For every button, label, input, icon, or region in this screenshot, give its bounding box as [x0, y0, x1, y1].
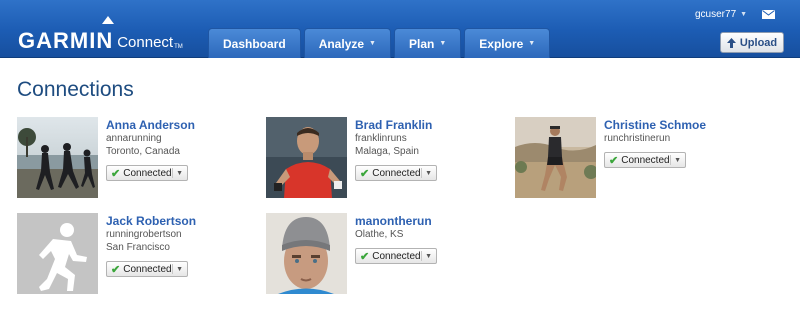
main-nav: Dashboard Analyze ▼ Plan ▼ Explore ▼: [208, 28, 551, 58]
tab-plan[interactable]: Plan ▼: [393, 28, 462, 58]
checkmark-icon: ✔: [111, 263, 121, 276]
avatar[interactable]: [515, 117, 596, 198]
tab-analyze-label: Analyze: [318, 36, 365, 51]
default-runner-silhouette-icon: [17, 213, 98, 294]
connection-card: Brad Franklin franklinruns Malaga, Spain…: [266, 117, 506, 199]
chevron-down-icon: ▼: [176, 169, 183, 177]
user-menu[interactable]: gcuser77 ▼: [695, 9, 747, 20]
connection-card: Christine Schmoe runchristinerun ✔ Conne…: [515, 117, 755, 199]
connection-status-dropdown[interactable]: ✔ Connected ▼: [106, 261, 188, 277]
chevron-down-icon: ▼: [369, 40, 376, 47]
page-title: Connections: [17, 78, 134, 101]
tab-explore[interactable]: Explore ▼: [464, 28, 551, 58]
chevron-down-icon: ▼: [740, 11, 748, 18]
connection-name-link[interactable]: manontherun: [355, 214, 437, 228]
chevron-down-icon: ▼: [439, 40, 447, 47]
dropdown-divider: [421, 168, 422, 178]
runners-by-water-photo: [17, 117, 98, 198]
checkmark-icon: ✔: [360, 167, 370, 180]
upload-label: Upload: [739, 36, 778, 49]
logo-triangle-icon: [102, 16, 114, 24]
tab-dashboard[interactable]: Dashboard: [208, 28, 301, 58]
connection-info: manontherun Olathe, KS ✔ Connected ▼: [355, 213, 437, 264]
upload-button[interactable]: Upload: [720, 32, 784, 53]
top-header-bar: GARMIN Connect TM Dashboard Analyze ▼ Pl…: [0, 0, 800, 58]
connection-card: Anna Anderson annarunning Toronto, Canad…: [17, 117, 257, 199]
connection-info: Brad Franklin franklinruns Malaga, Spain…: [355, 117, 437, 181]
connection-location: Olathe, KS: [355, 229, 404, 240]
connection-info: Anna Anderson annarunning Toronto, Canad…: [106, 117, 195, 181]
tab-analyze[interactable]: Analyze ▼: [303, 28, 391, 58]
connection-username: runchristinerun: [604, 133, 671, 144]
connection-location: Malaga, Spain: [355, 146, 419, 157]
tab-plan-label: Plan: [408, 36, 435, 51]
connection-location: Toronto, Canada: [106, 146, 180, 157]
status-label: Connected: [123, 167, 172, 179]
avatar[interactable]: [266, 117, 347, 198]
avatar[interactable]: [17, 213, 98, 294]
connection-info: Christine Schmoe runchristinerun ✔ Conne…: [604, 117, 706, 168]
connection-username: annarunning: [106, 133, 162, 144]
checkmark-icon: ✔: [609, 154, 619, 167]
connection-card: manontherun Olathe, KS ✔ Connected ▼: [266, 213, 506, 295]
chevron-down-icon: ▼: [674, 156, 681, 164]
logo-trademark: TM: [174, 44, 183, 50]
avatar[interactable]: [266, 213, 347, 294]
logo-brand-text: GARMIN: [18, 28, 114, 53]
connection-card: Jack Robertson runningrobertson San Fran…: [17, 213, 257, 295]
username-label: gcuser77: [695, 9, 737, 20]
status-label: Connected: [621, 154, 670, 166]
dropdown-divider: [421, 251, 422, 261]
chevron-down-icon: ▼: [528, 40, 536, 47]
tab-explore-label: Explore: [479, 36, 524, 51]
status-label: Connected: [123, 263, 172, 275]
connection-username: franklinruns: [355, 133, 407, 144]
connection-status-dropdown[interactable]: ✔ Connected ▼: [355, 165, 437, 181]
connection-info: Jack Robertson runningrobertson San Fran…: [106, 213, 196, 277]
upload-arrow-icon: [726, 37, 736, 48]
connection-status-dropdown[interactable]: ✔ Connected ▼: [604, 152, 686, 168]
garmin-connect-logo[interactable]: GARMIN Connect TM: [18, 16, 183, 53]
connection-status-dropdown[interactable]: ✔ Connected ▼: [355, 248, 437, 264]
mail-icon[interactable]: [762, 10, 775, 19]
connection-name-link[interactable]: Jack Robertson: [106, 214, 196, 228]
dropdown-divider: [670, 155, 671, 165]
checkmark-icon: ✔: [360, 250, 370, 263]
avatar[interactable]: [17, 117, 98, 198]
dropdown-divider: [172, 168, 173, 178]
trail-runner-photo: [515, 117, 596, 198]
checkmark-icon: ✔: [111, 167, 121, 180]
connection-location: San Francisco: [106, 242, 170, 253]
chevron-down-icon: ▼: [425, 252, 432, 260]
logo-product-text: Connect: [117, 34, 174, 51]
connection-name-link[interactable]: Christine Schmoe: [604, 118, 706, 132]
connection-name-link[interactable]: Brad Franklin: [355, 118, 437, 132]
connection-username: runningrobertson: [106, 229, 182, 240]
status-label: Connected: [372, 167, 421, 179]
tab-dashboard-label: Dashboard: [223, 36, 286, 51]
chevron-down-icon: ▼: [425, 169, 432, 177]
connection-name-link[interactable]: Anna Anderson: [106, 118, 195, 132]
man-in-beanie-photo: [266, 213, 347, 294]
connection-status-dropdown[interactable]: ✔ Connected ▼: [106, 165, 188, 181]
chevron-down-icon: ▼: [176, 265, 183, 273]
status-label: Connected: [372, 250, 421, 262]
dropdown-divider: [172, 264, 173, 274]
runner-red-shirt-photo: [266, 117, 347, 198]
